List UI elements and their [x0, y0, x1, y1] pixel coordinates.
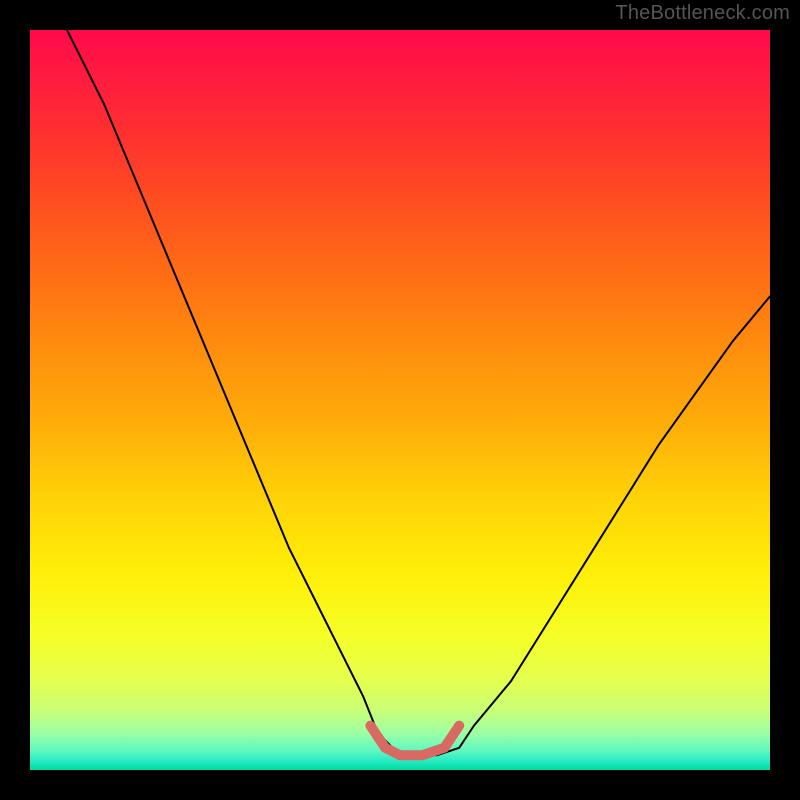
curve-layer	[30, 30, 770, 770]
chart-frame: TheBottleneck.com	[0, 0, 800, 800]
watermark-text: TheBottleneck.com	[615, 2, 790, 25]
bottleneck-curve	[67, 30, 770, 755]
plot-area	[30, 30, 770, 770]
valley-highlight	[370, 726, 459, 756]
